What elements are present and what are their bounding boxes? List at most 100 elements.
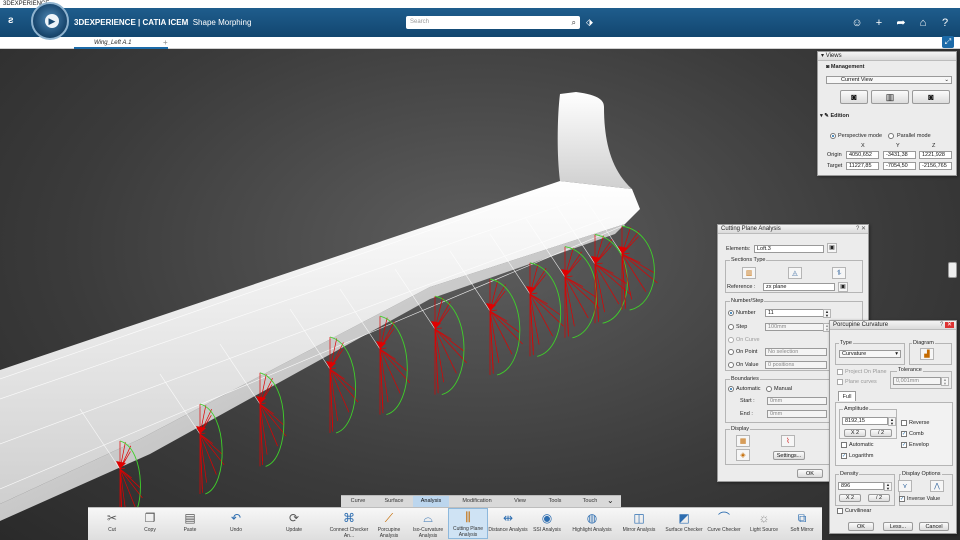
cut-button[interactable]: ✂ Cut	[92, 510, 132, 533]
settings-button[interactable]: Settings...	[773, 451, 805, 460]
on-value-field[interactable]: 0 positions	[765, 361, 827, 369]
density-div2-button[interactable]: / 2	[868, 494, 890, 502]
tab-wing-left[interactable]: Wing_Left A.1	[74, 37, 168, 49]
cutting-plane-button[interactable]: ⫼ Cutting Plane Analysis	[448, 508, 488, 539]
amplitude-spinner[interactable]: ▲ ▼	[888, 417, 896, 426]
compass-button[interactable]: ▶	[31, 2, 69, 40]
number-radio[interactable]	[728, 310, 734, 316]
parallel-sections-icon[interactable]: ▥	[742, 267, 756, 279]
density-field[interactable]: 896	[838, 482, 884, 490]
search-icon[interactable]: ⌕	[572, 16, 576, 29]
reference-field[interactable]: zx plane	[763, 283, 835, 291]
new-tab-icon[interactable]: +	[163, 37, 168, 49]
automatic-radio[interactable]	[728, 386, 734, 392]
project-on-plane-checkbox[interactable]	[837, 369, 843, 375]
tab-view[interactable]: View	[509, 496, 531, 507]
density-x2-button[interactable]: X 2	[839, 494, 861, 502]
highlight-analysis-button[interactable]: ◍ Highlight Analysis	[572, 510, 612, 533]
display-envelope-icon[interactable]: ⋀	[930, 480, 944, 492]
delete-view-button[interactable]: ▥	[871, 90, 909, 104]
home-icon[interactable]: ⌂	[916, 16, 930, 30]
amplitude-field[interactable]: 8192,15	[842, 417, 888, 425]
current-view-select[interactable]: Current View ⌄	[826, 76, 952, 84]
step-radio[interactable]	[728, 324, 734, 330]
density-spinner[interactable]: ▲ ▼	[884, 482, 892, 491]
undo-button[interactable]: ↶ Undo	[216, 510, 256, 533]
tab-curve[interactable]: Curve	[345, 496, 371, 507]
side-panel-handle[interactable]	[948, 262, 957, 278]
light-source-button[interactable]: ☼ Light Source	[744, 510, 784, 533]
origin-z-field[interactable]: 1221,928	[919, 151, 952, 159]
elements-field[interactable]: Loft.3	[754, 245, 824, 253]
display-points-icon[interactable]: ◈	[736, 449, 750, 461]
step-field[interactable]: 100mm	[765, 323, 825, 331]
close-icon[interactable]: ✕	[861, 226, 866, 232]
tolerance-spinner[interactable]: ▲ ▼	[941, 377, 949, 386]
display-sections-icon[interactable]: ▦	[736, 435, 750, 447]
curvilinear-checkbox[interactable]	[837, 508, 843, 514]
help-icon[interactable]: ?	[938, 16, 952, 30]
cutting-ok-button[interactable]: OK	[797, 469, 823, 478]
target-y-field[interactable]: -7054,50	[883, 162, 916, 170]
envelop-checkbox[interactable]: ✓	[901, 442, 907, 448]
apply-view-button[interactable]: ◙	[912, 90, 950, 104]
elements-select-icon[interactable]: ▣	[827, 243, 837, 253]
search-input[interactable]: Search ⌕	[406, 16, 580, 29]
tag-icon[interactable]: ⬗	[586, 17, 593, 28]
add-icon[interactable]: +	[872, 16, 886, 30]
curvature-graph-icon[interactable]: ⌇	[781, 435, 795, 447]
ssi-analysis-button[interactable]: ◉ SSI Analysis	[527, 510, 567, 533]
logarithm-checkbox[interactable]: ✓	[841, 453, 847, 459]
less-button[interactable]: Less...	[883, 522, 913, 531]
tolerance-field[interactable]: 0,001mm	[893, 377, 941, 385]
type-select[interactable]: Curvature ▾	[839, 350, 901, 358]
tab-modification[interactable]: Modification	[456, 496, 498, 507]
automatic-checkbox[interactable]	[841, 442, 847, 448]
user-icon[interactable]: ☺	[850, 16, 864, 30]
origin-x-field[interactable]: 4050,652	[846, 151, 879, 159]
copy-button[interactable]: ❐ Copy	[130, 510, 170, 533]
update-button[interactable]: ⟳ Update	[274, 510, 314, 533]
perspective-radio[interactable]	[830, 133, 836, 139]
reference-select-icon[interactable]: ▣	[838, 282, 848, 292]
parallel-radio[interactable]	[888, 133, 894, 139]
tab-analysis[interactable]: Analysis	[413, 496, 449, 507]
display-comb-icon[interactable]: ⋎	[898, 480, 912, 492]
compass-sections-icon[interactable]: ◬	[788, 267, 802, 279]
help-icon[interactable]: ?	[856, 226, 859, 232]
curve-sections-icon[interactable]: ⥮	[832, 267, 846, 279]
share-icon[interactable]: ➦	[894, 16, 908, 30]
soft-mirror-button[interactable]: ⧉ Soft Mirror	[782, 510, 822, 533]
amplitude-div2-button[interactable]: / 2	[870, 429, 892, 437]
help-icon[interactable]: ?	[940, 322, 943, 328]
tab-surface[interactable]: Surface	[379, 496, 409, 507]
start-field[interactable]: 0mm	[767, 397, 827, 405]
target-z-field[interactable]: -2156,765	[919, 162, 952, 170]
paste-button[interactable]: ▤ Paste	[170, 510, 210, 533]
close-icon[interactable]: ✕	[944, 322, 954, 328]
cancel-button[interactable]: Cancel	[919, 522, 949, 531]
collapse-toolbar-icon[interactable]: ⌄	[607, 496, 614, 505]
save-view-button[interactable]: ◙	[840, 90, 868, 104]
plane-curves-checkbox[interactable]	[837, 379, 843, 385]
diagram-icon[interactable]: ▟	[920, 348, 934, 360]
target-x-field[interactable]: 11227,85	[846, 162, 879, 170]
on-curve-radio[interactable]	[728, 337, 734, 343]
on-point-field[interactable]: No selection	[765, 348, 827, 356]
iso-curvature-button[interactable]: ⌓ Iso-Curvature Analysis	[408, 510, 448, 539]
end-field[interactable]: 0mm	[767, 410, 827, 418]
porcupine-ok-button[interactable]: OK	[848, 522, 874, 531]
on-point-radio[interactable]	[728, 349, 734, 355]
manual-radio[interactable]	[766, 386, 772, 392]
mirror-analysis-button[interactable]: ◫ Mirror Analysis	[619, 510, 659, 533]
surface-checker-button[interactable]: ◩ Surface Checker	[664, 510, 704, 533]
porcupine-analysis-button[interactable]: ⟋ Porcupine Analysis	[369, 510, 409, 539]
number-field[interactable]: 11	[765, 309, 825, 317]
comb-checkbox[interactable]: ✓	[901, 431, 907, 437]
tab-full[interactable]: Full	[838, 391, 856, 401]
number-spinner[interactable]: ▲ ▼	[823, 309, 831, 318]
connect-checker-button[interactable]: ⌘ Connect Checker An...	[329, 510, 369, 539]
distance-analysis-button[interactable]: ⇹ Distance Analysis	[488, 510, 528, 533]
on-value-radio[interactable]	[728, 362, 734, 368]
reverse-checkbox[interactable]	[901, 420, 907, 426]
